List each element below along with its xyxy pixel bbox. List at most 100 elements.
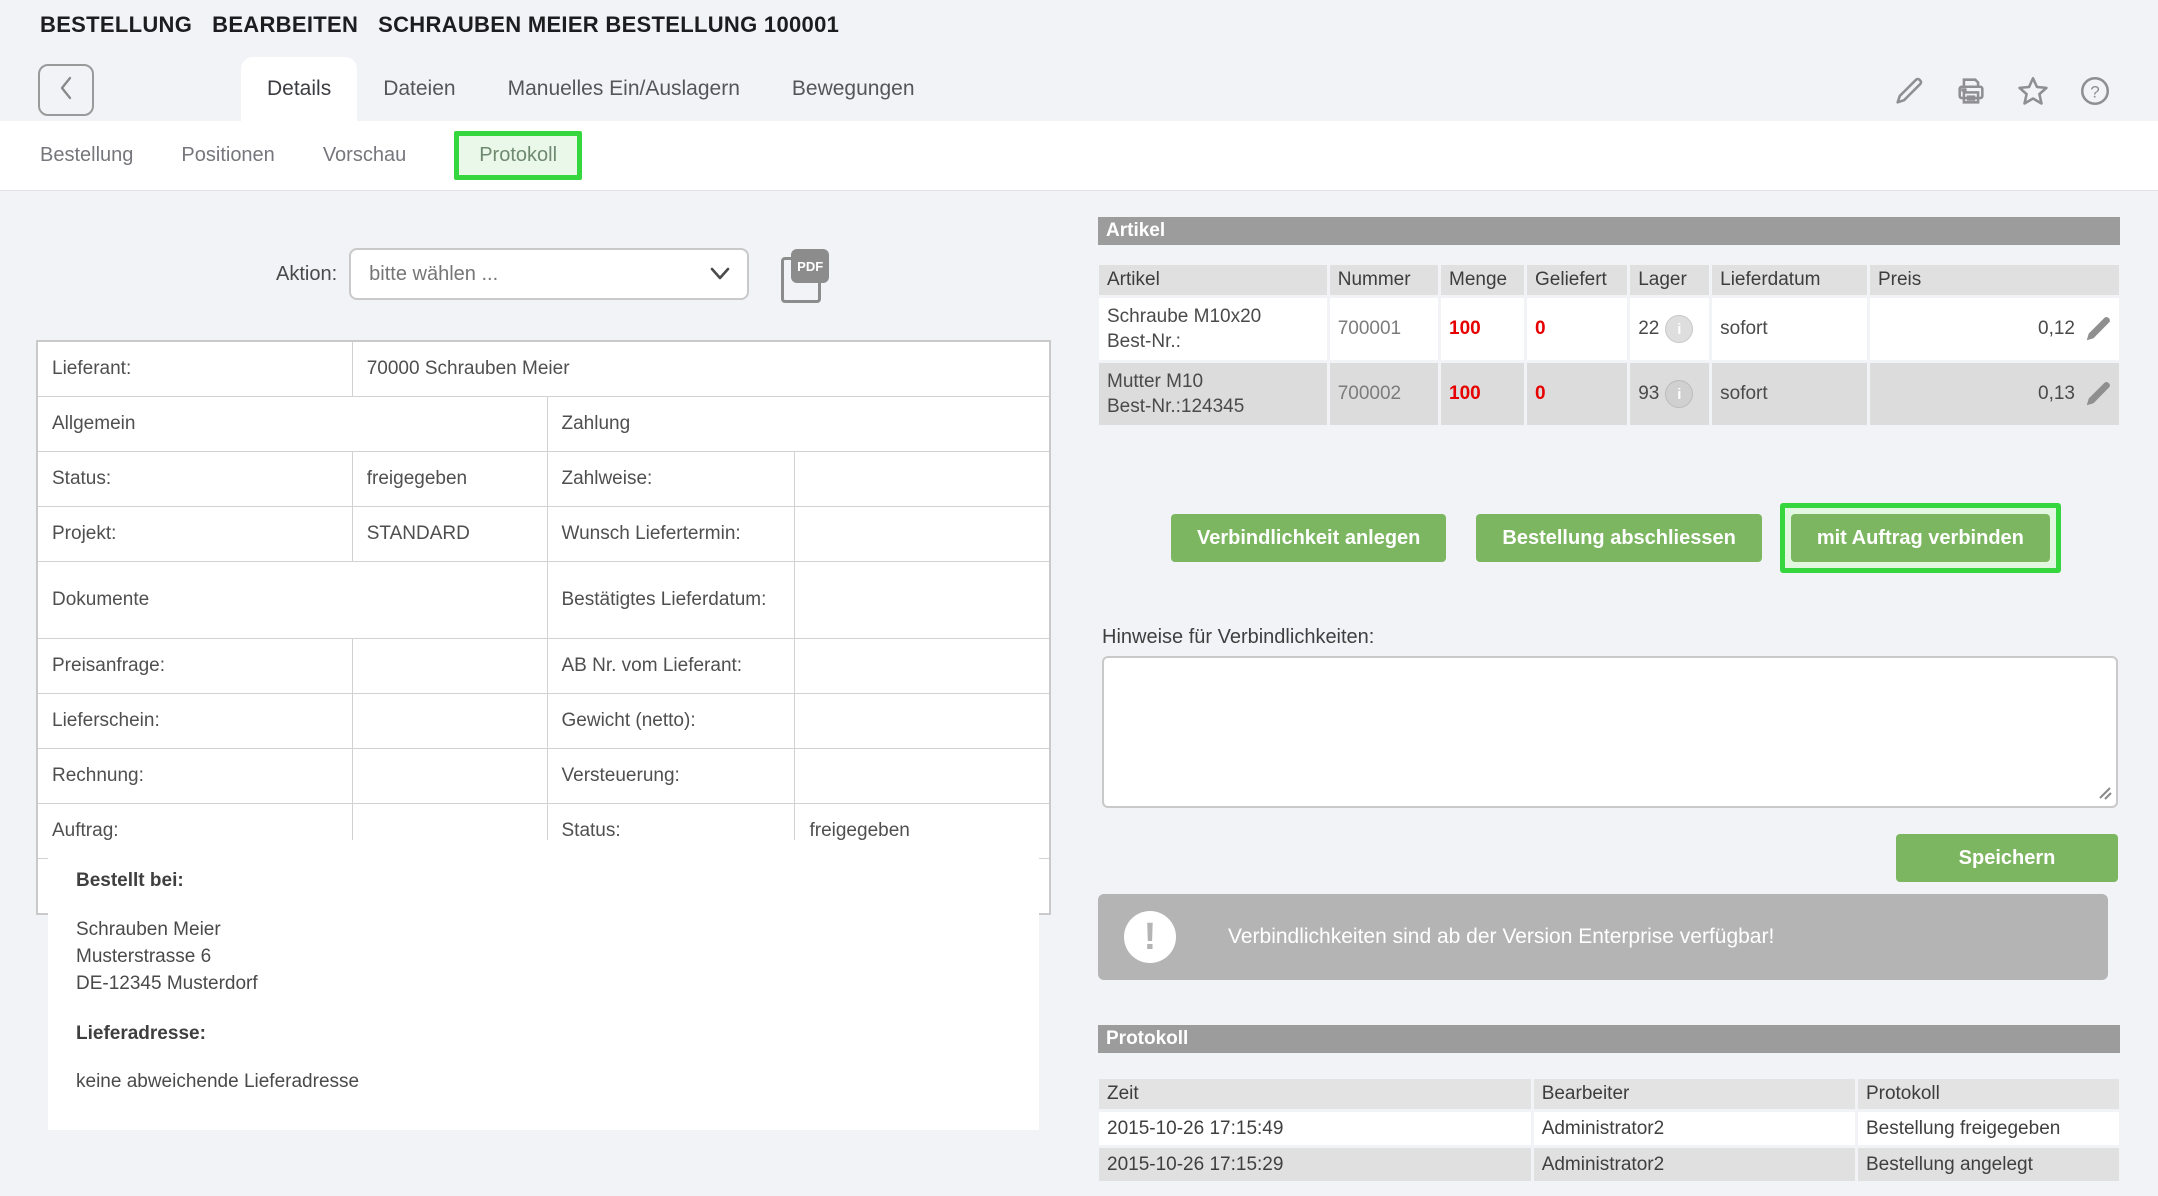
details-cell	[795, 562, 1050, 639]
details-cell	[795, 749, 1050, 804]
details-cell	[795, 639, 1050, 694]
tab-dateien[interactable]: Dateien	[357, 57, 481, 121]
breadcrumb-module: BESTELLUNG	[40, 12, 192, 38]
artikel-menge: 100	[1441, 298, 1524, 360]
details-cell: Rechnung:	[37, 749, 352, 804]
tab-bewegungen[interactable]: Bewegungen	[766, 57, 941, 121]
exclamation-icon: !	[1124, 911, 1176, 963]
address-line: Musterstrasse 6	[76, 943, 1039, 970]
details-row: Lieferschein: Gewicht (netto):	[37, 694, 1050, 749]
toolbar: ?	[1892, 74, 2112, 108]
col-geliefert: Geliefert	[1527, 265, 1627, 295]
details-cell: Allgemein	[37, 397, 547, 452]
artikel-lager: 22 i	[1630, 298, 1709, 360]
help-icon[interactable]: ?	[2078, 74, 2112, 108]
bestellung-abschliessen-button[interactable]: Bestellung abschliessen	[1476, 514, 1761, 562]
details-cell: Bestätigtes Lieferdatum:	[547, 562, 795, 639]
save-button[interactable]: Speichern	[1896, 834, 2118, 882]
pdf-badge: PDF	[791, 249, 829, 283]
order-details-table: Lieferant:70000 Schrauben MeierAllgemein…	[36, 340, 1051, 915]
address-line: Schrauben Meier	[76, 916, 1039, 943]
artikel-geliefert: 0	[1527, 363, 1627, 425]
edit-price-icon[interactable]	[2083, 314, 2113, 344]
print-icon[interactable]	[1954, 74, 1988, 108]
details-row: DokumenteBestätigtes Lieferdatum:	[37, 562, 1050, 639]
artikel-best-nr: Best-Nr.:124345	[1107, 394, 1327, 419]
details-cell: Preisanfrage:	[37, 639, 352, 694]
tab-label: Manuelles Ein/Auslagern	[508, 77, 740, 101]
enterprise-notice: ! Verbindlichkeiten sind ab der Version …	[1098, 894, 2108, 980]
col-bearbeiter: Bearbeiter	[1534, 1079, 1855, 1109]
protokoll-text: Bestellung angelegt	[1858, 1148, 2119, 1181]
details-cell: Projekt:	[37, 507, 352, 562]
notes-textarea[interactable]	[1102, 656, 2118, 808]
aktion-row: Aktion: bitte wählen ... PDF	[276, 248, 829, 300]
details-row: Rechnung: Versteuerung:	[37, 749, 1050, 804]
protokoll-panel-header: Protokoll	[1098, 1025, 2120, 1053]
protokoll-bearbeiter: Administrator2	[1534, 1112, 1855, 1145]
tab-label: Dateien	[383, 77, 455, 101]
subtabs: Bestellung Positionen Vorschau Protokoll	[40, 121, 582, 190]
subtab-protokoll[interactable]: Protokoll	[454, 131, 582, 180]
app-root: BESTELLUNG BEARBEITEN SCHRAUBEN MEIER BE…	[0, 0, 2158, 1196]
aktion-select[interactable]: bitte wählen ...	[349, 248, 749, 300]
artikel-best-nr: Best-Nr.:	[1107, 329, 1327, 354]
details-row: Status:freigegebenZahlweise:	[37, 452, 1050, 507]
info-icon[interactable]: i	[1665, 315, 1693, 343]
lager-value: 93	[1638, 383, 1659, 404]
artikel-table-header: Artikel Nummer Menge Geliefert Lager Lie…	[1099, 265, 2119, 295]
breadcrumb-record: SCHRAUBEN MEIER BESTELLUNG 100001	[378, 12, 839, 38]
col-protokoll: Protokoll	[1858, 1079, 2119, 1109]
artikel-row: Schraube M10x20Best-Nr.:700001100022isof…	[1099, 298, 2119, 360]
aktion-select-value: bitte wählen ...	[351, 263, 498, 286]
lager-value: 22	[1638, 318, 1659, 339]
subtab-positionen[interactable]: Positionen	[181, 144, 274, 167]
tab-manuelles-ein-auslagern[interactable]: Manuelles Ein/Auslagern	[482, 57, 766, 121]
details-cell: Wunsch Liefertermin:	[547, 507, 795, 562]
tab-details[interactable]: Details	[241, 57, 357, 121]
notice-text: Verbindlichkeiten sind ab der Version En…	[1228, 925, 1774, 949]
edit-price-icon[interactable]	[2083, 379, 2113, 409]
details-cell	[352, 639, 547, 694]
details-cell: STANDARD	[352, 507, 547, 562]
favorite-icon[interactable]	[2016, 74, 2050, 108]
details-cell: 70000 Schrauben Meier	[352, 341, 1050, 397]
col-nummer: Nummer	[1330, 265, 1438, 295]
details-cell: Gewicht (netto):	[547, 694, 795, 749]
highlight-annotation: mit Auftrag verbinden	[1780, 503, 2061, 573]
details-cell	[795, 452, 1050, 507]
mit-auftrag-verbinden-button[interactable]: mit Auftrag verbinden	[1791, 514, 2050, 562]
delivery-address-value: keine abweichende Lieferadresse	[76, 1071, 1039, 1093]
back-button[interactable]	[38, 64, 94, 116]
info-icon[interactable]: i	[1665, 380, 1693, 408]
protokoll-zeit: 2015-10-26 17:15:29	[1099, 1148, 1531, 1181]
artikel-lieferdatum: sofort	[1712, 298, 1867, 360]
details-cell: Status:	[37, 452, 352, 507]
notes-label: Hinweise für Verbindlichkeiten:	[1102, 626, 1374, 649]
details-cell	[352, 694, 547, 749]
details-row: Projekt:STANDARDWunsch Liefertermin:	[37, 507, 1050, 562]
preis-value: 0,12	[2038, 318, 2075, 339]
protokoll-bearbeiter: Administrator2	[1534, 1148, 1855, 1181]
supplier-card: Bestellt bei: Schrauben Meier Musterstra…	[48, 840, 1039, 1130]
subtab-bestellung[interactable]: Bestellung	[40, 144, 133, 167]
details-cell: Zahlweise:	[547, 452, 795, 507]
details-cell: Versteuerung:	[547, 749, 795, 804]
delivery-address-label: Lieferadresse:	[76, 1023, 1039, 1045]
artikel-nummer: 700001	[1330, 298, 1438, 360]
verbindlichkeit-anlegen-button[interactable]: Verbindlichkeit anlegen	[1171, 514, 1446, 562]
pdf-export-icon[interactable]: PDF	[781, 249, 829, 299]
details-cell: Lieferschein:	[37, 694, 352, 749]
details-cell: Lieferant:	[37, 341, 352, 397]
protokoll-zeit: 2015-10-26 17:15:49	[1099, 1112, 1531, 1145]
artikel-table: Artikel Nummer Menge Geliefert Lager Lie…	[1096, 262, 2122, 428]
details-row: Lieferant:70000 Schrauben Meier	[37, 341, 1050, 397]
artikel-geliefert: 0	[1527, 298, 1627, 360]
edit-icon[interactable]	[1892, 74, 1926, 108]
details-row: AllgemeinZahlung	[37, 397, 1050, 452]
artikel-lieferdatum: sofort	[1712, 363, 1867, 425]
col-preis: Preis	[1870, 265, 2119, 295]
subtab-vorschau[interactable]: Vorschau	[323, 144, 406, 167]
details-cell: freigegeben	[352, 452, 547, 507]
col-menge: Menge	[1441, 265, 1524, 295]
